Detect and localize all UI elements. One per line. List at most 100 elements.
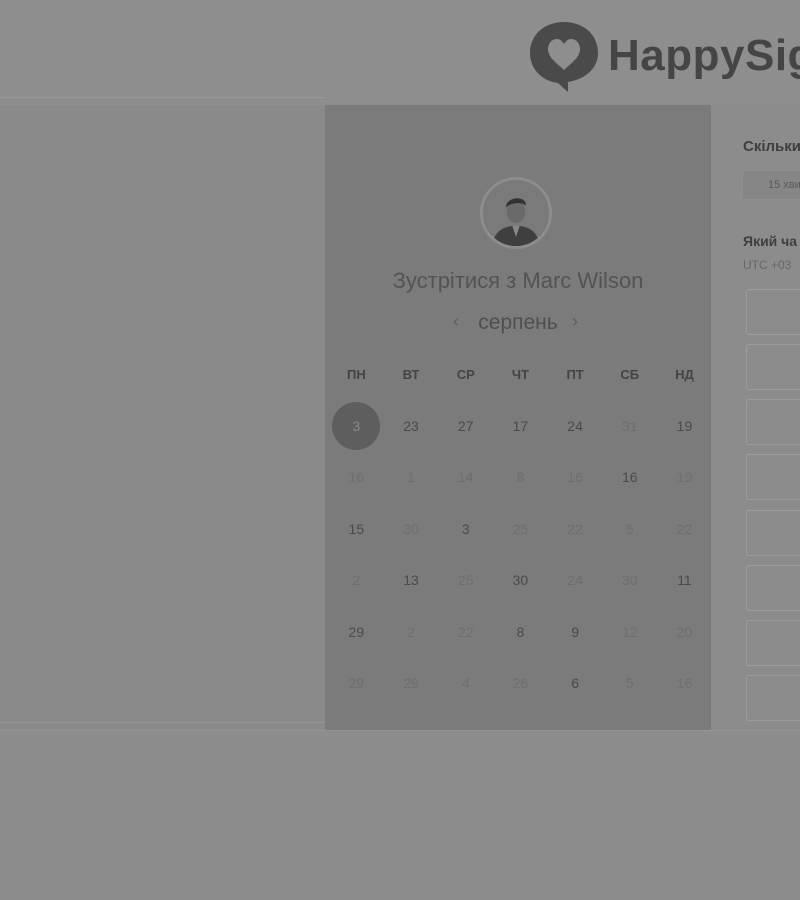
calendar-days-grid: 3 23 27 17 24 31 19 16 1 14 8 16 16 19 15 30 3 25 22 5 22 2 13… bbox=[329, 400, 712, 709]
calendar-day: 22 bbox=[438, 606, 493, 658]
weekday-label: НД bbox=[675, 367, 694, 382]
calendar-day-number: 24 bbox=[567, 417, 583, 434]
duration-option[interactable]: 15 хви bbox=[742, 170, 800, 200]
calendar-day-number: 2 bbox=[407, 623, 415, 640]
calendar-day-number: 8 bbox=[516, 623, 525, 640]
calendar-day-number: 12 bbox=[621, 623, 638, 640]
calendar-day-number: 5 bbox=[625, 675, 634, 692]
calendar-day-number: 29 bbox=[348, 623, 365, 640]
calendar-day: 5 bbox=[602, 503, 657, 555]
time-slot[interactable] bbox=[746, 510, 800, 556]
header-divider bbox=[0, 97, 325, 98]
calendar-day: 4 bbox=[438, 658, 493, 710]
calendar-day: 16 bbox=[329, 452, 384, 504]
calendar-day[interactable]: 15 bbox=[329, 503, 384, 555]
calendar-day-number: 25 bbox=[512, 520, 529, 537]
calendar-day: 5 bbox=[602, 658, 657, 710]
calendar-day: 22 bbox=[657, 503, 712, 555]
month-navigation: ‹ серпень › bbox=[325, 311, 711, 337]
calendar-day[interactable]: 11 bbox=[657, 555, 712, 607]
calendar-day-number: 31 bbox=[621, 417, 638, 434]
calendar-day-number: 19 bbox=[676, 469, 693, 486]
calendar-day[interactable]: 13 bbox=[384, 555, 439, 607]
weekday-header: ПН ВТ СР ЧТ ПТ СБ НД bbox=[329, 367, 712, 382]
time-heading: Який ча bbox=[743, 233, 798, 249]
calendar-day-number: 23 bbox=[403, 417, 419, 434]
calendar-day[interactable]: 23 bbox=[384, 400, 439, 452]
calendar-day[interactable]: 24 bbox=[548, 400, 603, 452]
calendar-day: 16 bbox=[548, 452, 603, 504]
calendar-day-number: 16 bbox=[676, 675, 693, 692]
calendar-day: 25 bbox=[438, 555, 493, 607]
calendar-day-number: 15 bbox=[348, 520, 365, 537]
time-slot[interactable] bbox=[746, 399, 800, 445]
left-panel-divider bbox=[0, 722, 325, 723]
calendar-day-number: 13 bbox=[403, 572, 419, 589]
weekday-label: ЧТ bbox=[511, 367, 529, 382]
calendar-day: 30 bbox=[384, 503, 439, 555]
calendar-day: 16 bbox=[657, 658, 712, 710]
calendar-day: 29 bbox=[329, 658, 384, 710]
calendar-day: 31 bbox=[602, 400, 657, 452]
calendar-day-number: 3 bbox=[461, 520, 470, 537]
header: HappySig bbox=[0, 0, 800, 105]
calendar-day-number: 30 bbox=[512, 572, 529, 589]
calendar-day[interactable]: 27 bbox=[438, 400, 493, 452]
calendar-day-number: 19 bbox=[676, 417, 693, 434]
calendar-day-number: 17 bbox=[512, 417, 529, 434]
calendar-day[interactable]: 30 bbox=[493, 555, 548, 607]
calendar-day-number: 25 bbox=[457, 572, 474, 589]
brand-name: HappySig bbox=[608, 30, 800, 80]
calendar-day-number: 6 bbox=[571, 675, 579, 692]
time-slot[interactable] bbox=[746, 620, 800, 666]
meeting-title: Зустрітися з Marc Wilson bbox=[392, 268, 644, 293]
calendar-day-number: 30 bbox=[403, 520, 419, 537]
calendar-day[interactable]: 29 bbox=[329, 606, 384, 658]
timezone-label: UTC +03 bbox=[743, 258, 792, 272]
time-slot[interactable] bbox=[746, 289, 800, 335]
calendar-day[interactable]: 19 bbox=[657, 400, 712, 452]
calendar-day-number: 14 bbox=[457, 469, 474, 486]
calendar-day-number: 2 bbox=[352, 572, 361, 589]
time-slot[interactable] bbox=[746, 344, 800, 390]
calendar-day: 29 bbox=[384, 658, 439, 710]
calendar-day: 14 bbox=[438, 452, 493, 504]
calendar-day-number: 9 bbox=[571, 623, 579, 640]
time-slot[interactable] bbox=[746, 454, 800, 500]
calendar-day: 30 bbox=[602, 555, 657, 607]
page: HappySig Зустрітися з Marc Wilson ‹ серп… bbox=[0, 0, 800, 900]
time-slot[interactable] bbox=[746, 565, 800, 611]
calendar-day: 20 bbox=[657, 606, 712, 658]
footer-area bbox=[0, 731, 800, 900]
chevron-left-icon[interactable]: ‹ bbox=[453, 311, 459, 332]
time-slot[interactable] bbox=[746, 675, 800, 721]
calendar-day-number: 20 bbox=[676, 623, 693, 640]
calendar-day: 1 bbox=[384, 452, 439, 504]
calendar-day-number: 16 bbox=[621, 469, 638, 486]
calendar-day[interactable]: 9 bbox=[548, 606, 603, 658]
calendar-day-selected[interactable]: 3 bbox=[329, 400, 384, 452]
brand-logo[interactable]: HappySig bbox=[528, 18, 800, 93]
calendar-day: 8 bbox=[493, 452, 548, 504]
calendar-day-number: 11 bbox=[677, 572, 692, 589]
calendar-day-number: 4 bbox=[461, 675, 470, 692]
chevron-right-icon[interactable]: › bbox=[572, 311, 578, 332]
calendar-day[interactable]: 3 bbox=[438, 503, 493, 555]
calendar-day-number: 29 bbox=[403, 675, 419, 692]
duration-heading: Скільки bbox=[743, 138, 800, 155]
calendar-day: 12 bbox=[602, 606, 657, 658]
calendar-day-number: 22 bbox=[567, 520, 583, 537]
booking-panel: Скільки 15 хви Який ча UTC +03 bbox=[711, 105, 800, 730]
calendar-day-number: 26 bbox=[512, 675, 529, 692]
calendar-day[interactable]: 17 bbox=[493, 400, 548, 452]
calendar-day[interactable]: 6 bbox=[548, 658, 603, 710]
calendar-day[interactable]: 16 bbox=[602, 452, 657, 504]
calendar-day[interactable]: 8 bbox=[493, 606, 548, 658]
left-panel bbox=[0, 105, 325, 729]
month-label: серпень bbox=[478, 311, 558, 334]
avatar bbox=[480, 177, 552, 249]
weekday-label: ПН bbox=[346, 367, 366, 382]
calendar-day: 25 bbox=[493, 503, 548, 555]
calendar-day: 19 bbox=[657, 452, 712, 504]
calendar-panel: Зустрітися з Marc Wilson ‹ серпень › ПН … bbox=[325, 105, 711, 730]
